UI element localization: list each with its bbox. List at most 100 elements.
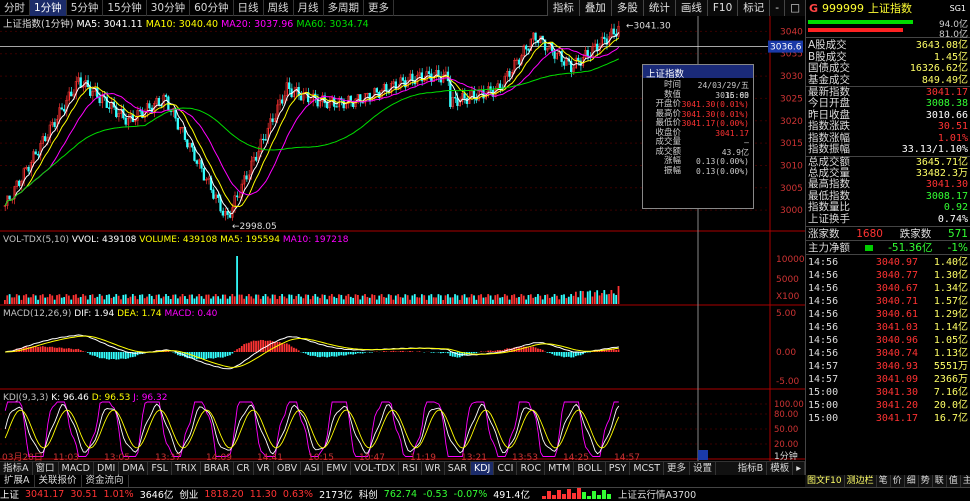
- indicator-tab-25[interactable]: 设置: [690, 462, 716, 475]
- panel-tab-8[interactable]: 主: [961, 475, 970, 487]
- macd-bar: [231, 352, 233, 353]
- indicator-tab-21[interactable]: BOLL: [574, 462, 605, 475]
- volume-bar: [601, 293, 603, 304]
- indicator-tab-1[interactable]: 窗口: [33, 462, 59, 475]
- macd-bar: [115, 352, 117, 360]
- index-stats: A股成交3643.08亿B股成交1.45亿国债成交16326.62亿基金成交84…: [806, 38, 970, 227]
- toolbar-button-5[interactable]: F10: [707, 0, 737, 16]
- period-tab-8[interactable]: 月线: [294, 0, 324, 16]
- toolbar-button-8[interactable]: □: [784, 0, 805, 16]
- indicator-tab-6[interactable]: TRIX: [172, 462, 201, 475]
- period-tab-1[interactable]: 1分钟: [30, 0, 67, 16]
- indicator-right-tab-1[interactable]: 模板: [767, 462, 793, 475]
- indicator-tab-3[interactable]: DMI: [94, 462, 119, 475]
- volume-bar: [146, 297, 148, 304]
- macd-bar: [539, 349, 541, 352]
- period-tab-5[interactable]: 60分钟: [190, 0, 233, 16]
- volume-bar: [118, 296, 120, 304]
- panel-tab-0[interactable]: 图文F10: [805, 475, 845, 487]
- period-tab-10[interactable]: 更多: [364, 0, 394, 16]
- candle-body: [613, 29, 615, 34]
- volume-bar: [520, 294, 522, 304]
- indicator-tab-0[interactable]: 指标A: [0, 462, 33, 475]
- indicator-tab-23[interactable]: MCST: [630, 462, 664, 475]
- indicator-right-tab-2[interactable]: ▸: [793, 462, 805, 475]
- candle-body: [300, 96, 302, 100]
- period-tab-4[interactable]: 30分钟: [147, 0, 190, 16]
- extension-tab-0[interactable]: 扩展A: [0, 475, 35, 487]
- extension-tab-1[interactable]: 关联报价: [35, 475, 82, 487]
- period-tab-2[interactable]: 5分钟: [67, 0, 104, 16]
- period-tab-6[interactable]: 日线: [234, 0, 264, 16]
- period-tab-9[interactable]: 多周期: [324, 0, 365, 16]
- toolbar-button-2[interactable]: 多股: [611, 0, 643, 16]
- indicator-tab-12[interactable]: EMV: [323, 462, 351, 475]
- indicator-tab-7[interactable]: BRAR: [201, 462, 234, 475]
- candle-body: [212, 190, 214, 199]
- popup-value: 0.13(0.00%): [681, 167, 753, 177]
- volume-bar: [284, 297, 286, 304]
- indicator-tab-4[interactable]: DMA: [119, 462, 148, 475]
- candle-body: [149, 104, 151, 109]
- indicator-tab-8[interactable]: CR: [234, 462, 254, 475]
- macd-bar: [203, 352, 205, 359]
- candle-body: [509, 71, 511, 76]
- indicator-tab-18[interactable]: CCI: [494, 462, 517, 475]
- candle-body: [99, 97, 101, 102]
- indicator-tab-24[interactable]: 更多: [664, 462, 690, 475]
- tick-list[interactable]: 14:563040.971.40亿14:563040.771.30亿14:563…: [806, 255, 970, 425]
- toolbar-button-7[interactable]: -: [769, 0, 784, 16]
- indicator-right-tab-0[interactable]: 指标B: [735, 462, 768, 475]
- indicator-tab-19[interactable]: ROC: [517, 462, 545, 475]
- popup-value: 3041.17(0.00%): [681, 119, 753, 129]
- volume-bar: [137, 299, 139, 304]
- volume-bar: [468, 297, 470, 304]
- panel-tab-7[interactable]: 值: [947, 475, 961, 487]
- panel-tab-4[interactable]: 细: [905, 475, 919, 487]
- indicator-tab-5[interactable]: FSL: [148, 462, 172, 475]
- indicator-tab-16[interactable]: SAR: [445, 462, 471, 475]
- tick-time: 15:00: [808, 386, 860, 399]
- panel-tab-2[interactable]: 笔: [877, 475, 891, 487]
- candle-body: [70, 92, 72, 96]
- toolbar-button-3[interactable]: 统计: [643, 0, 675, 16]
- time-label-7: 10:47: [359, 453, 385, 461]
- macd-bar: [253, 341, 255, 352]
- panel-tab-5[interactable]: 势: [919, 475, 933, 487]
- volume-bar: [106, 295, 108, 304]
- period-tab-0[interactable]: 分时: [0, 0, 30, 16]
- candle-body: [281, 100, 283, 103]
- indicator-tab-9[interactable]: VR: [254, 462, 274, 475]
- indicator-tab-14[interactable]: RSI: [399, 462, 421, 475]
- vol-tick-0: 10000: [776, 255, 805, 265]
- volume-bar: [288, 294, 290, 304]
- index-code: 999999: [822, 2, 864, 15]
- toolbar-button-4[interactable]: 画线: [675, 0, 707, 16]
- macd-bar: [554, 352, 556, 355]
- volume-bar: [6, 295, 8, 304]
- extension-tab-2[interactable]: 资金流向: [82, 475, 129, 487]
- toolbar-button-6[interactable]: 标记: [737, 0, 769, 16]
- period-tab-7[interactable]: 周线: [264, 0, 294, 16]
- indicator-tab-20[interactable]: MTM: [545, 462, 574, 475]
- panel-tab-1[interactable]: 测边栏: [845, 475, 877, 487]
- volume-bar: [298, 294, 300, 304]
- tick-time: 15:00: [808, 412, 860, 425]
- indicator-tab-15[interactable]: WR: [422, 462, 445, 475]
- indicator-tab-10[interactable]: OBV: [274, 462, 301, 475]
- stat-row: 指数涨跌30.51: [806, 121, 970, 133]
- indicator-tab-22[interactable]: PSY: [606, 462, 631, 475]
- panel-tab-6[interactable]: 联: [933, 475, 947, 487]
- panel-tab-3[interactable]: 价: [891, 475, 905, 487]
- tick-price: 3041.17: [860, 412, 918, 425]
- indicator-tab-17[interactable]: KDJ: [471, 462, 494, 475]
- period-tab-3[interactable]: 15分钟: [103, 0, 146, 16]
- macd-bar: [122, 352, 124, 359]
- kdj-tick-2: 50.00: [774, 425, 798, 435]
- volume-bar: [537, 294, 539, 304]
- toolbar-button-0[interactable]: 指标: [547, 0, 579, 16]
- indicator-tab-13[interactable]: VOL-TDX: [351, 462, 399, 475]
- toolbar-button-1[interactable]: 叠加: [579, 0, 611, 16]
- indicator-tab-11[interactable]: ASI: [301, 462, 323, 475]
- indicator-tab-2[interactable]: MACD: [59, 462, 94, 475]
